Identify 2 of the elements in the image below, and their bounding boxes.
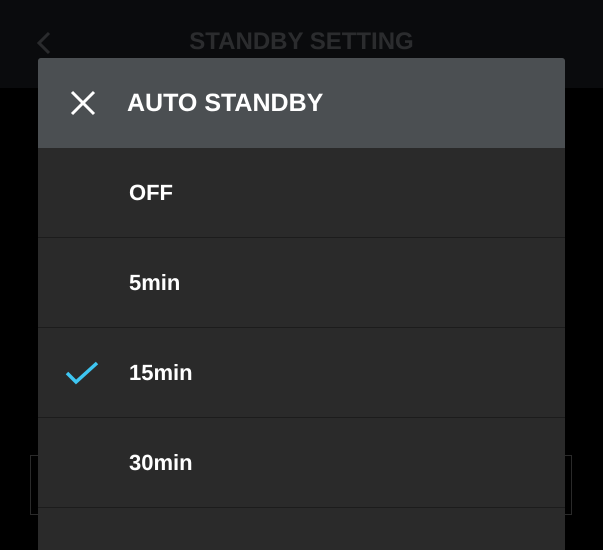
- close-icon[interactable]: [70, 90, 96, 116]
- dialog-title: AUTO STANDBY: [127, 88, 324, 118]
